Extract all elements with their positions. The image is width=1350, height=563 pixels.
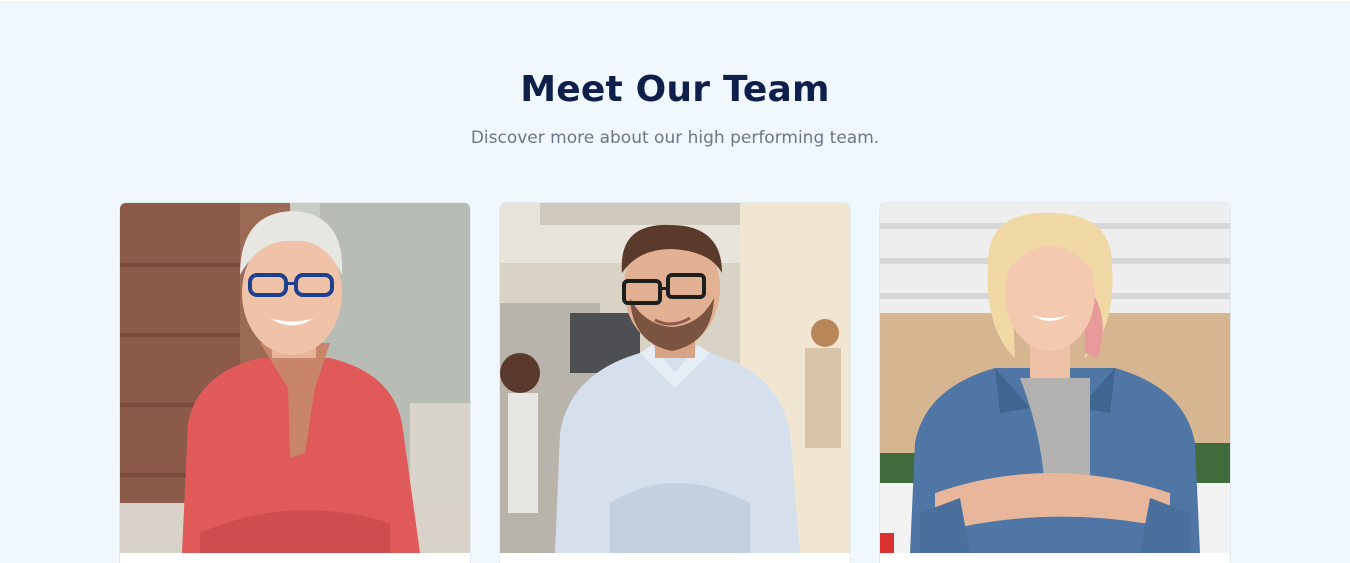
team-card[interactable] <box>500 203 850 563</box>
team-card[interactable] <box>120 203 470 563</box>
team-section: Meet Our Team Discover more about our hi… <box>0 2 1350 563</box>
team-member-photo <box>500 203 850 553</box>
section-title: Meet Our Team <box>520 69 830 110</box>
team-member-photo <box>120 203 470 553</box>
team-card[interactable] <box>880 203 1230 563</box>
section-subtitle: Discover more about our high performing … <box>470 128 880 148</box>
team-member-photo <box>880 203 1230 553</box>
